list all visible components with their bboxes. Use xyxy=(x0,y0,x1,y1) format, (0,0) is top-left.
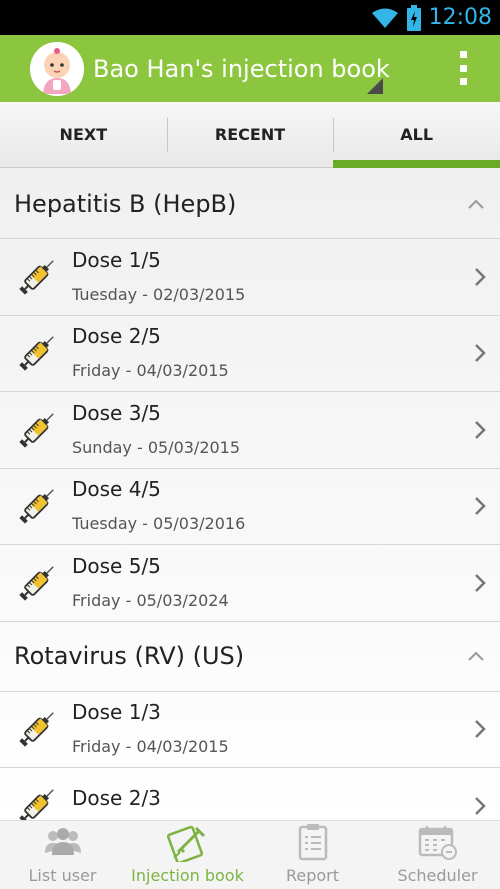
dose-date: Tuesday - 05/03/2016 xyxy=(72,514,246,534)
chevron-right-icon xyxy=(468,265,492,289)
syringe-icon xyxy=(12,781,62,820)
dose-label: Dose 3/5 xyxy=(72,400,161,425)
nav-label: Report xyxy=(285,866,340,885)
list-item[interactable]: Dose 1/3 Friday - 04/03/2015 xyxy=(0,692,500,768)
chevron-up-icon[interactable] xyxy=(466,646,486,666)
list-item[interactable]: Dose 3/5 Sunday - 05/03/2015 xyxy=(0,392,500,469)
group-title: Hepatitis B (HepB) xyxy=(14,189,237,218)
syringe-icon xyxy=(12,328,62,378)
baby-avatar-icon xyxy=(30,41,84,96)
overflow-menu-icon[interactable] xyxy=(458,51,468,85)
status-time: 12:08 xyxy=(428,5,492,30)
chevron-up-icon[interactable] xyxy=(466,194,486,214)
dose-label: Dose 1/3 xyxy=(72,700,161,725)
status-bar: 12:08 xyxy=(0,0,500,35)
list-item[interactable]: Dose 2/5 Friday - 04/03/2015 xyxy=(0,316,500,392)
injection-book-icon xyxy=(166,822,210,862)
syringe-icon xyxy=(12,704,62,754)
nav-scheduler[interactable]: Scheduler xyxy=(375,821,500,889)
chevron-right-icon xyxy=(468,418,492,442)
vaccine-list[interactable]: Hepatitis B (HepB) Dose 1/5 Tuesday - 02… xyxy=(0,169,500,820)
chevron-right-icon xyxy=(468,794,492,818)
dose-date: Tuesday - 02/03/2015 xyxy=(72,284,246,304)
tab-recent[interactable]: RECENT xyxy=(166,102,334,167)
chevron-right-icon xyxy=(468,494,492,518)
group-title: Rotavirus (RV) (US) xyxy=(14,642,245,670)
list-item[interactable]: Dose 5/5 Friday - 05/03/2024 xyxy=(0,545,500,622)
bottom-navigation: List user Injection book Report Schedule… xyxy=(0,820,500,889)
chevron-right-icon xyxy=(468,717,492,741)
report-clipboard-icon xyxy=(291,822,335,862)
dose-label: Dose 1/5 xyxy=(72,247,161,272)
dose-label: Dose 5/5 xyxy=(72,553,161,578)
dose-date: Friday - 05/03/2024 xyxy=(72,590,229,610)
syringe-icon xyxy=(12,558,62,608)
battery-icon xyxy=(406,4,421,31)
syringe-icon xyxy=(12,405,62,455)
group-header-hepb[interactable]: Hepatitis B (HepB) xyxy=(0,169,500,239)
dose-label: Dose 4/5 xyxy=(72,477,161,502)
tab-all[interactable]: ALL xyxy=(333,102,500,168)
dose-date: Friday - 04/03/2015 xyxy=(72,737,229,757)
baby-avatar[interactable] xyxy=(30,41,84,96)
nav-label: List user xyxy=(28,866,97,885)
nav-report[interactable]: Report xyxy=(250,821,375,889)
syringe-icon xyxy=(12,252,62,302)
nav-label: Scheduler xyxy=(397,866,478,885)
list-item[interactable]: Dose 2/3 xyxy=(0,768,500,820)
syringe-icon xyxy=(12,481,62,531)
app-bar: Bao Han's injection book xyxy=(0,35,500,102)
list-item[interactable]: Dose 1/5 Tuesday - 02/03/2015 xyxy=(0,239,500,316)
chevron-right-icon xyxy=(468,571,492,595)
dose-label: Dose 2/3 xyxy=(72,786,161,811)
profile-dropdown-indicator[interactable] xyxy=(367,78,383,94)
calendar-icon xyxy=(416,822,460,862)
chevron-right-icon xyxy=(468,341,492,365)
nav-list-user[interactable]: List user xyxy=(0,821,125,889)
wifi-icon xyxy=(371,8,398,28)
nav-injection-book[interactable]: Injection book xyxy=(125,821,250,889)
dose-date: Friday - 04/03/2015 xyxy=(72,361,229,381)
list-item[interactable]: Dose 4/5 Tuesday - 05/03/2016 xyxy=(0,469,500,545)
tab-next[interactable]: NEXT xyxy=(0,102,167,167)
nav-label: Injection book xyxy=(131,866,244,885)
dose-date: Sunday - 05/03/2015 xyxy=(72,437,241,457)
users-icon xyxy=(41,822,85,862)
dose-label: Dose 2/5 xyxy=(72,324,161,349)
tab-bar: NEXT RECENT ALL xyxy=(0,102,500,168)
app-title[interactable]: Bao Han's injection book xyxy=(93,55,390,83)
group-header-rotavirus[interactable]: Rotavirus (RV) (US) xyxy=(0,622,500,692)
